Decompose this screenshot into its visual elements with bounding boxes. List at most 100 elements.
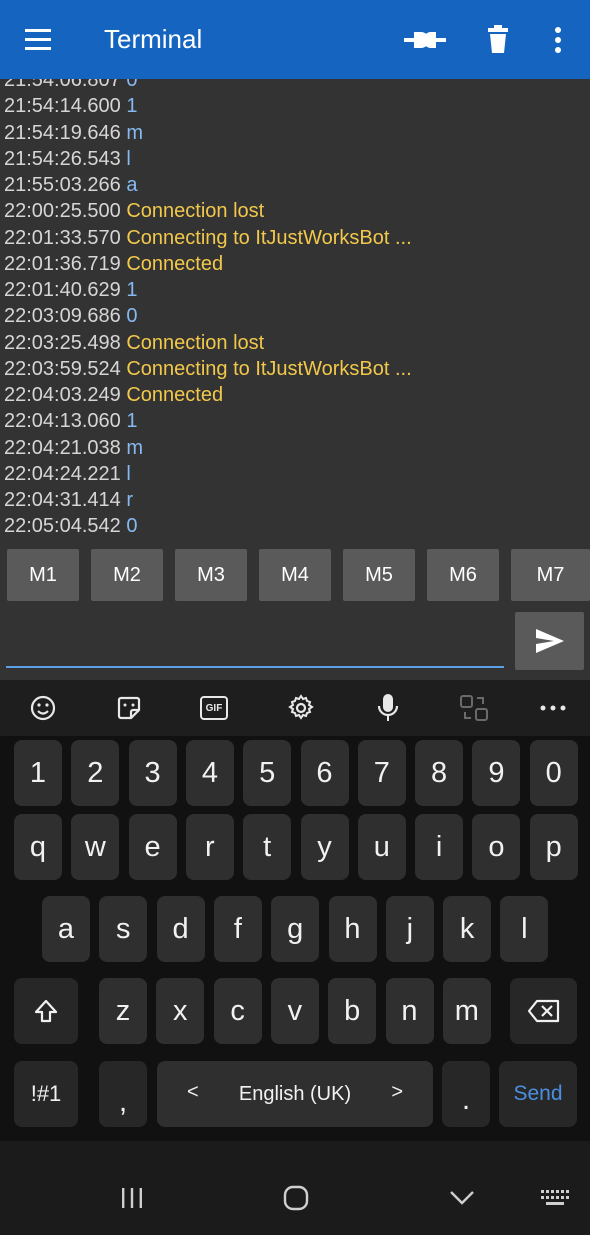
key-label: z: [115, 994, 131, 1027]
input-underline: [6, 666, 504, 668]
key-1[interactable]: 1: [14, 740, 62, 806]
microphone-icon[interactable]: [372, 692, 404, 724]
key-label: 2: [87, 756, 104, 789]
emoji-icon[interactable]: [27, 692, 59, 724]
key-h[interactable]: h: [328, 896, 377, 962]
macro-button-m3[interactable]: M3: [175, 549, 247, 601]
key-9[interactable]: 9: [472, 740, 521, 806]
key-j[interactable]: j: [385, 896, 434, 962]
key-label: 6: [316, 756, 333, 789]
log-received-message: m: [126, 436, 144, 459]
macro-button-m1[interactable]: M1: [7, 549, 79, 601]
message-input[interactable]: [6, 614, 504, 664]
log-timestamp: 22:01:33.570: [4, 226, 121, 249]
terminal-log[interactable]: 21:54:06.807 0 21:54:14.600 1 21:54:19.646…: [0, 79, 590, 541]
key-6[interactable]: 6: [300, 740, 349, 806]
key-l[interactable]: l: [500, 896, 549, 962]
send-button[interactable]: [515, 612, 584, 670]
key-7[interactable]: 7: [357, 740, 406, 806]
key-w[interactable]: w: [71, 814, 120, 880]
log-status-message: Connected: [126, 384, 224, 406]
hide-keyboard-icon[interactable]: [442, 1178, 482, 1218]
shift-key[interactable]: [14, 978, 78, 1044]
key-c[interactable]: c: [213, 978, 262, 1044]
key-8[interactable]: 8: [415, 740, 464, 806]
home-icon[interactable]: [276, 1178, 316, 1218]
key-label: f: [233, 912, 242, 945]
comma-key[interactable]: ,: [99, 1061, 147, 1127]
log-line: 22:01:40.629 1: [4, 277, 412, 303]
space-key[interactable]: < English (UK) >: [157, 1061, 433, 1127]
log-received-message: 1: [126, 279, 138, 301]
key-d[interactable]: d: [156, 896, 205, 962]
log-line: 21:54:06.807 0: [4, 79, 412, 93]
trash-icon[interactable]: [478, 20, 518, 60]
macro-button-m4[interactable]: M4: [259, 549, 331, 601]
keyboard-send-key[interactable]: Send: [499, 1061, 577, 1127]
log-timestamp: 22:03:25.498: [4, 331, 121, 354]
app-root: Terminal 21:54:06.807 0 21:54:14.600 1 21:…: [0, 0, 590, 1235]
key-2[interactable]: 2: [71, 740, 120, 806]
symbols-key[interactable]: !#1: [14, 1061, 78, 1127]
key-u[interactable]: u: [357, 814, 406, 880]
key-y[interactable]: y: [300, 814, 349, 880]
key-label: 9: [488, 756, 505, 789]
key-k[interactable]: k: [443, 896, 492, 962]
sticker-icon[interactable]: [113, 692, 145, 724]
log-timestamp: 22:04:24.221: [4, 462, 121, 485]
key-0[interactable]: 0: [529, 740, 578, 806]
key-a[interactable]: a: [42, 896, 90, 962]
key-label: t: [263, 830, 272, 863]
more-vert-icon[interactable]: [538, 20, 578, 60]
key-b[interactable]: b: [328, 978, 377, 1044]
keyboard-switch-icon[interactable]: [535, 1178, 575, 1218]
settings-icon[interactable]: [285, 692, 317, 724]
key-4[interactable]: 4: [185, 740, 234, 806]
log-status-message: Connection lost: [126, 331, 265, 354]
macro-button-m2[interactable]: M2: [91, 549, 163, 601]
key-e[interactable]: e: [128, 814, 177, 880]
key-n[interactable]: n: [385, 978, 434, 1044]
key-label: p: [545, 830, 562, 863]
backspace-key[interactable]: [510, 978, 577, 1044]
key-t[interactable]: t: [243, 814, 292, 880]
key-r[interactable]: r: [185, 814, 234, 880]
key-label: y: [317, 830, 332, 863]
macro-button-m6[interactable]: M6: [427, 549, 499, 601]
log-line: 22:00:25.500 Connection lost: [4, 198, 412, 224]
key-x[interactable]: x: [156, 978, 205, 1044]
log-status-message: Connected: [126, 252, 224, 275]
log-line: 22:04:24.221 l: [4, 461, 412, 487]
log-received-message: l: [126, 462, 131, 485]
translate-icon[interactable]: [458, 692, 490, 724]
send-arrow-icon: [535, 629, 564, 653]
key-label: 8: [431, 756, 448, 789]
gif-icon[interactable]: GIF: [198, 692, 230, 724]
macro-button-m5[interactable]: M5: [343, 549, 415, 601]
period-key[interactable]: .: [442, 1061, 490, 1127]
key-5[interactable]: 5: [243, 740, 292, 806]
key-z[interactable]: z: [99, 978, 147, 1044]
key-v[interactable]: v: [270, 978, 319, 1044]
key-f[interactable]: f: [213, 896, 262, 962]
key-g[interactable]: g: [271, 896, 320, 962]
key-m[interactable]: m: [442, 978, 491, 1044]
key-label: o: [488, 830, 505, 863]
connection-plug-icon[interactable]: [402, 20, 448, 60]
more-horiz-icon[interactable]: [537, 692, 569, 724]
key-o[interactable]: o: [472, 814, 521, 880]
menu-icon[interactable]: [22, 25, 56, 55]
key-p[interactable]: p: [529, 814, 578, 880]
key-label: 7: [373, 756, 390, 789]
key-s[interactable]: s: [99, 896, 148, 962]
key-q[interactable]: q: [14, 814, 62, 880]
key-3[interactable]: 3: [128, 740, 177, 806]
log-timestamp: 21:54:26.543: [4, 147, 121, 170]
key-i[interactable]: i: [415, 814, 464, 880]
macro-button-m7[interactable]: M7: [511, 549, 590, 601]
recent-apps-icon[interactable]: [112, 1178, 152, 1218]
log-line: 22:04:03.249 Connected: [4, 382, 412, 408]
key-label: r: [205, 830, 215, 863]
log-received-message: m: [126, 121, 144, 144]
key-label: 4: [201, 756, 218, 789]
